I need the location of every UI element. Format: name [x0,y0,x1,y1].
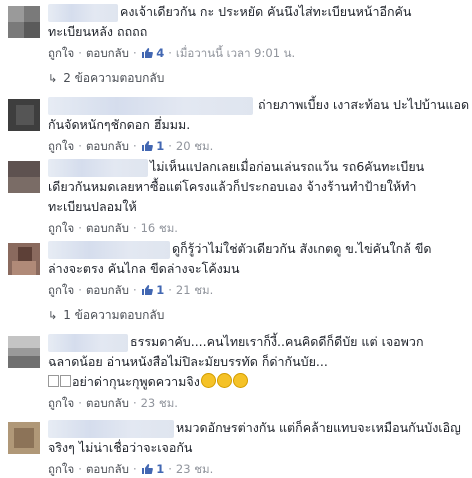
thumbs-up-icon [141,464,153,474]
like-count[interactable]: 1 [141,462,164,476]
reply-link[interactable]: ตอบกลับ [86,139,129,153]
comment-time[interactable]: 23 ชม. [176,462,213,476]
comment-time[interactable]: 20 ชม. [176,139,213,153]
like-link[interactable]: ถูกใจ [48,396,74,410]
comment-text-line: ธรรมดาคับ....คนไทยเราก็งี้..คนคิดดีก็ดีบ… [130,334,424,349]
commenter-name[interactable] [48,334,128,352]
pensive-face-icon [216,373,232,388]
replies-toggle[interactable]: ↳ 2 ข้อความตอบกลับ [48,70,164,87]
comment-meta: ถูกใจ · ตอบกลับ · 16 ชม. [48,221,178,235]
comment-text-line-3: อย่าด่ากุนะกุพูดความจิง [48,372,248,392]
like-link[interactable]: ถูกใจ [48,283,74,297]
comment-text-line: ไม่เห็นแปลกเลยเมื่อก่อนเล่นรถแว้น รถ6คัน… [150,159,425,174]
commenter-name[interactable] [48,97,253,115]
avatar[interactable] [8,99,40,131]
reply-link[interactable]: ตอบกลับ [86,462,129,476]
avatar[interactable] [8,243,40,275]
commenter-name[interactable] [48,4,118,22]
comment-meta: ถูกใจ · ตอบกลับ · 1 · 20 ชม. [48,139,214,153]
comment-text-line: ดูก็รู้ว่าไม่ใช่ตัวเดียวกัน สังเกตดู ข.ไ… [172,241,432,256]
comment-text-line: เดียวกันหมดเลยหาซื้อแต่โครงแล้วก็ประกอบเ… [48,179,417,194]
reply-link[interactable]: ตอบกลับ [86,396,129,410]
comment-text-line: ทะเบียนปลอมให้ [48,199,137,214]
comment-text-line: กันจัดหนักๆชักดอก ฮึ่มมม. [48,117,191,132]
pensive-face-icon [232,373,248,388]
comment-text-line: ล่างจะตรง คันไกล ขีดล่างจะโค้งมน [48,261,240,276]
replies-toggle[interactable]: ↳ 1 ข้อความตอบกลับ [48,307,164,324]
reply-arrow-icon: ↳ [48,309,58,322]
like-count[interactable]: 4 [141,46,164,60]
comment-text-line: ฉลาดน้อย อ่านหนังสือไม่ปิละมัยบรรทัด ก็ด… [48,354,328,369]
missing-glyph-icon [48,375,59,387]
comment-time[interactable]: 23 ชม. [141,396,178,410]
comment-text-line: จริงๆ ไม่น่าเชื่อว่าจะเจอกัน [48,440,193,455]
missing-glyph-icon [60,375,71,387]
thumbs-up-icon [141,285,153,295]
comment-meta: ถูกใจ · ตอบกลับ · 1 · 23 ชม. [48,462,214,476]
pensive-face-icon [200,373,216,388]
commenter-name[interactable] [48,159,148,177]
comment-text-line: หมวดอักษรต่างกัน แต่ก็คล้ายแทบจะเหมือนกั… [176,420,461,435]
comment-meta: ถูกใจ · ตอบกลับ · 23 ชม. [48,396,178,410]
commenter-name[interactable] [48,420,174,438]
avatar[interactable] [8,336,40,368]
reply-link[interactable]: ตอบกลับ [86,46,129,60]
comment-time[interactable]: เมื่อวานนี้ เวลา 9:01 น. [176,46,295,60]
like-link[interactable]: ถูกใจ [48,139,74,153]
comment-time[interactable]: 16 ชม. [141,221,178,235]
thumbs-up-icon [141,48,153,58]
avatar[interactable] [8,6,40,38]
reply-link[interactable]: ตอบกลับ [86,221,129,235]
comment-meta: ถูกใจ · ตอบกลับ · 4 · เมื่อวานนี้ เวลา 9:01 น… [48,46,296,60]
comment-text-line: ถ่ายภาพเบี้ยง เงาสะท้อน ปะไปบ้านแอด [258,97,470,112]
reply-arrow-icon: ↳ [48,72,58,85]
avatar[interactable] [8,422,40,454]
commenter-name[interactable] [48,241,170,259]
like-link[interactable]: ถูกใจ [48,221,74,235]
like-count[interactable]: 1 [141,283,164,297]
like-link[interactable]: ถูกใจ [48,46,74,60]
avatar[interactable] [8,161,40,193]
comment-text-line: ทะเบียนหลัง ถถถถ [48,24,148,39]
comment-text-line: คงเจ้าเดียวกัน กะ ประหยัด คันนึงไส่ทะเบี… [120,4,412,19]
comment-time[interactable]: 21 ชม. [176,283,213,297]
like-link[interactable]: ถูกใจ [48,462,74,476]
reply-link[interactable]: ตอบกลับ [86,283,129,297]
thumbs-up-icon [141,141,153,151]
comment-meta: ถูกใจ · ตอบกลับ · 1 · 21 ชม. [48,283,214,297]
like-count[interactable]: 1 [141,139,164,153]
